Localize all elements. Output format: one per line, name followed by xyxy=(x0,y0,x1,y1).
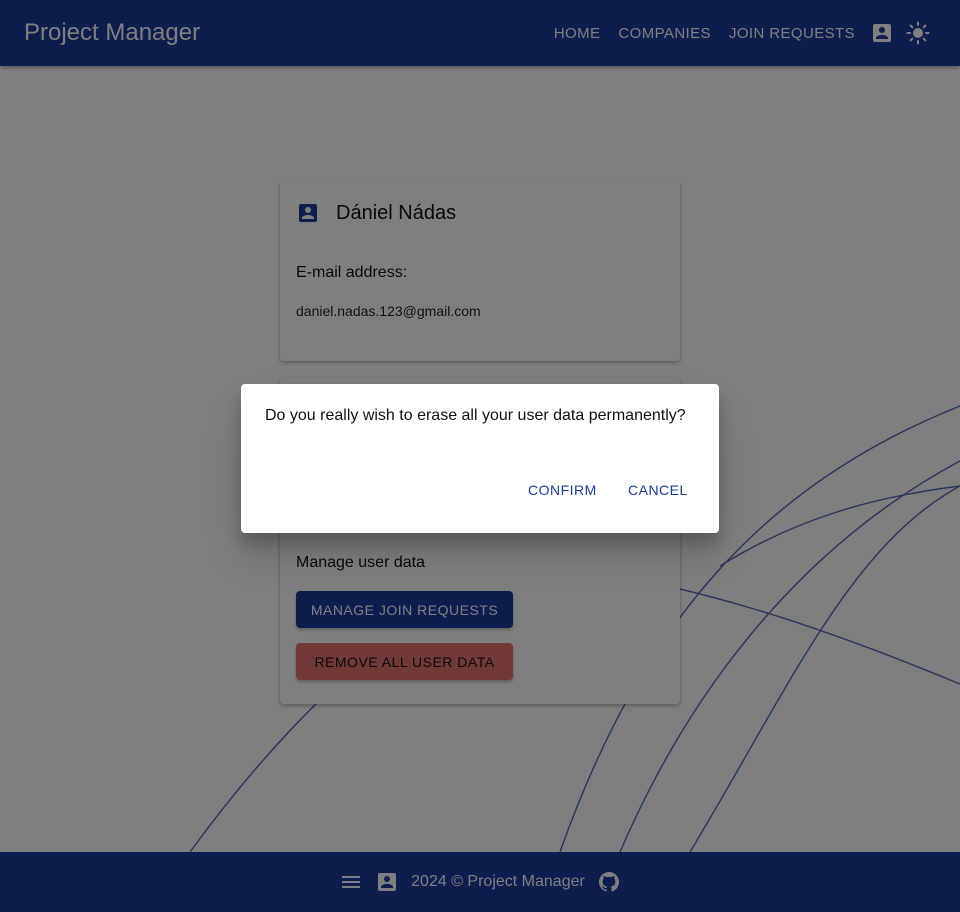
dialog-message: Do you really wish to erase all your use… xyxy=(265,407,686,424)
confirm-dialog: Do you really wish to erase all your use… xyxy=(241,384,719,533)
confirm-button[interactable]: CONFIRM xyxy=(528,478,597,502)
cancel-button[interactable]: CANCEL xyxy=(628,478,688,502)
